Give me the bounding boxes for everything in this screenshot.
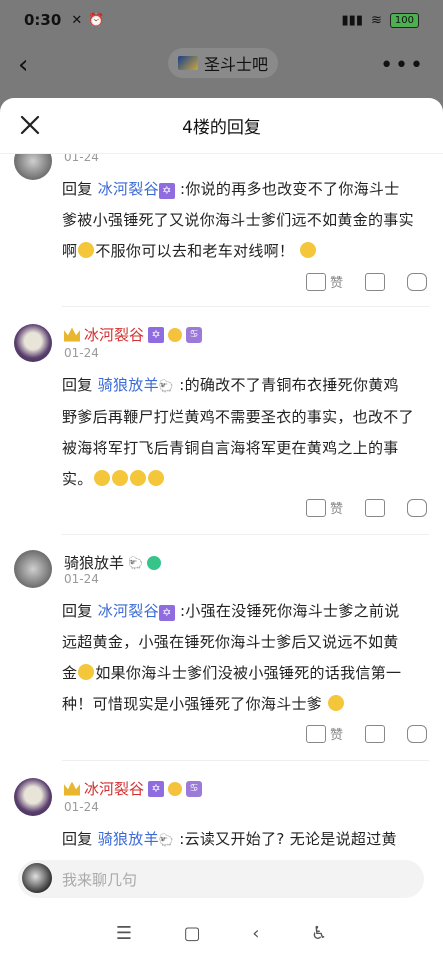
status-time: 0:30: [24, 11, 62, 29]
sheep-icon: 🐑: [158, 379, 175, 393]
username[interactable]: 冰河裂谷: [84, 778, 144, 799]
mention-link[interactable]: 骑狼放羊: [98, 830, 159, 848]
reply-date: 01-24: [64, 154, 99, 164]
emoji-icon: [78, 664, 95, 680]
star-badge-icon: ✡: [158, 183, 175, 199]
mention-link[interactable]: 冰河裂谷: [98, 180, 159, 198]
thumbs-down-icon[interactable]: [365, 724, 385, 743]
user-name-row: 冰河裂谷 ✡ ♋: [64, 324, 203, 345]
username[interactable]: 冰河裂谷: [84, 324, 144, 345]
star-badge-icon: ✡: [158, 605, 175, 621]
signal-icon: ▮▮▮: [341, 12, 363, 28]
emoji-icon: [129, 470, 146, 486]
back-icon[interactable]: ‹: [252, 923, 259, 944]
accessibility-icon[interactable]: ♿: [311, 923, 327, 944]
avatar[interactable]: [14, 550, 52, 588]
mute-icon: ✕: [71, 12, 83, 28]
more-options-icon[interactable]: •••: [380, 53, 425, 78]
comment-icon[interactable]: [407, 272, 427, 291]
divider: [62, 534, 429, 535]
like-button[interactable]: 赞: [305, 498, 343, 517]
username[interactable]: 骑狼放羊: [64, 552, 124, 573]
reply-item: 冰河裂谷 ✡ ♋ 01-24 回复 骑狼放羊🐑 :的确改不了青铜布衣捶死你黄鸡 …: [0, 322, 443, 547]
reply-actions: 赞: [305, 724, 427, 743]
forum-name: 圣斗士吧: [204, 55, 269, 74]
comment-icon[interactable]: [407, 498, 427, 517]
forum-pill[interactable]: 圣斗士吧: [168, 48, 279, 78]
emoji-icon: [78, 242, 95, 258]
reply-actions: 赞: [305, 498, 427, 517]
emoji-icon: [111, 470, 128, 486]
divider: [62, 306, 429, 307]
thumbs-down-icon[interactable]: [365, 272, 385, 291]
close-icon[interactable]: [18, 113, 42, 137]
comment-placeholder: 我来聊几句: [62, 871, 138, 889]
reply-sheet: 4楼的回复 01-24 回复 冰河裂谷 ✡ :你说的再多也改变不了你海斗士 爹被小…: [0, 98, 443, 960]
avatar[interactable]: [14, 324, 52, 362]
mention-link[interactable]: 骑狼放羊: [98, 376, 159, 394]
emoji-icon: [93, 470, 110, 486]
emoji-icon: [300, 242, 317, 258]
emoji-icon: [328, 695, 345, 711]
menu-icon[interactable]: ☰: [116, 923, 132, 944]
user-name-row: 骑狼放羊 🐑: [64, 552, 161, 573]
status-bar: 0:30 ✕ ⏰ ▮▮▮ ≋ 100: [0, 0, 443, 40]
sheet-title: 4楼的回复: [182, 118, 261, 138]
reply-prefix: 回复: [62, 180, 93, 198]
like-button[interactable]: 赞: [305, 272, 343, 291]
gem-badge-icon: [168, 327, 183, 342]
battery-icon: 100: [389, 12, 419, 28]
reply-item: 01-24 回复 冰河裂谷 ✡ :你说的再多也改变不了你海斗士 爹被小强锤死了又说…: [0, 154, 443, 307]
reply-date: 01-24: [64, 572, 99, 586]
comment-input-bar: 我来聊几句: [0, 854, 443, 906]
avatar[interactable]: [14, 778, 52, 816]
star-badge-icon: ✡: [148, 780, 165, 797]
my-avatar: [22, 863, 52, 893]
status-right: ▮▮▮ ≋ 100: [341, 12, 419, 28]
reply-item: 骑狼放羊 🐑 01-24 回复 冰河裂谷 ✡ :小强在没锤死你海斗士爹之前说 远超…: [0, 548, 443, 773]
reply-actions: 赞: [305, 272, 427, 291]
avatar[interactable]: [14, 154, 52, 180]
reply-text: 回复 骑狼放羊🐑 :云读又开始了? 无论是说超过黄: [62, 830, 397, 848]
home-icon[interactable]: ▢: [184, 923, 201, 944]
alarm-icon: ⏰: [88, 12, 105, 28]
reply-item: 冰河裂谷 ✡ ♋ 01-24 回复 骑狼放羊🐑 :云读又开始了? 无论是说超过黄: [0, 776, 443, 854]
reply-list: 01-24 回复 冰河裂谷 ✡ :你说的再多也改变不了你海斗士 爹被小强锤死了又说…: [0, 154, 443, 854]
gem-badge-icon: [146, 555, 161, 570]
crown-icon: [64, 781, 80, 796]
system-nav-bar: ☰ ▢ ‹ ♿: [0, 906, 443, 960]
sheep-icon: 🐑: [128, 555, 143, 570]
star-badge-icon: ✡: [148, 326, 165, 343]
cancer-zodiac-icon: ♋: [186, 326, 203, 343]
thumbs-up-icon: [305, 724, 326, 743]
user-name-row: 冰河裂谷 ✡ ♋: [64, 778, 203, 799]
mention-link[interactable]: 冰河裂谷: [98, 602, 159, 620]
divider: [62, 760, 429, 761]
sheep-icon: 🐑: [158, 833, 175, 847]
sheet-header: 4楼的回复: [0, 98, 443, 154]
forum-logo-icon: [178, 56, 198, 70]
thumbs-up-icon: [305, 272, 326, 291]
thumbs-up-icon: [305, 498, 326, 517]
wifi-icon: ≋: [371, 12, 382, 28]
status-notification-icons: ✕ ⏰: [71, 13, 104, 28]
reply-date: 01-24: [64, 800, 99, 814]
gem-badge-icon: [168, 781, 183, 796]
comment-icon[interactable]: [407, 724, 427, 743]
thumbs-down-icon[interactable]: [365, 498, 385, 517]
back-arrow-icon[interactable]: ‹: [18, 52, 38, 78]
like-button[interactable]: 赞: [305, 724, 343, 743]
reply-text: 回复 冰河裂谷 ✡ :小强在没锤死你海斗士爹之前说 远超黄金，小强在锤死你海斗士爹…: [62, 602, 402, 713]
reply-text: 回复 骑狼放羊🐑 :的确改不了青铜布衣捶死你黄鸡 野爹后再鞭尸打烂黄鸡不需要圣衣…: [62, 376, 414, 488]
cancer-zodiac-icon: ♋: [186, 780, 203, 797]
emoji-icon: [147, 470, 164, 486]
reply-text: 回复 冰河裂谷 ✡ :你说的再多也改变不了你海斗士 爹被小强锤死了又说你海斗士爹们…: [62, 180, 414, 260]
crown-icon: [64, 327, 80, 342]
reply-date: 01-24: [64, 346, 99, 360]
